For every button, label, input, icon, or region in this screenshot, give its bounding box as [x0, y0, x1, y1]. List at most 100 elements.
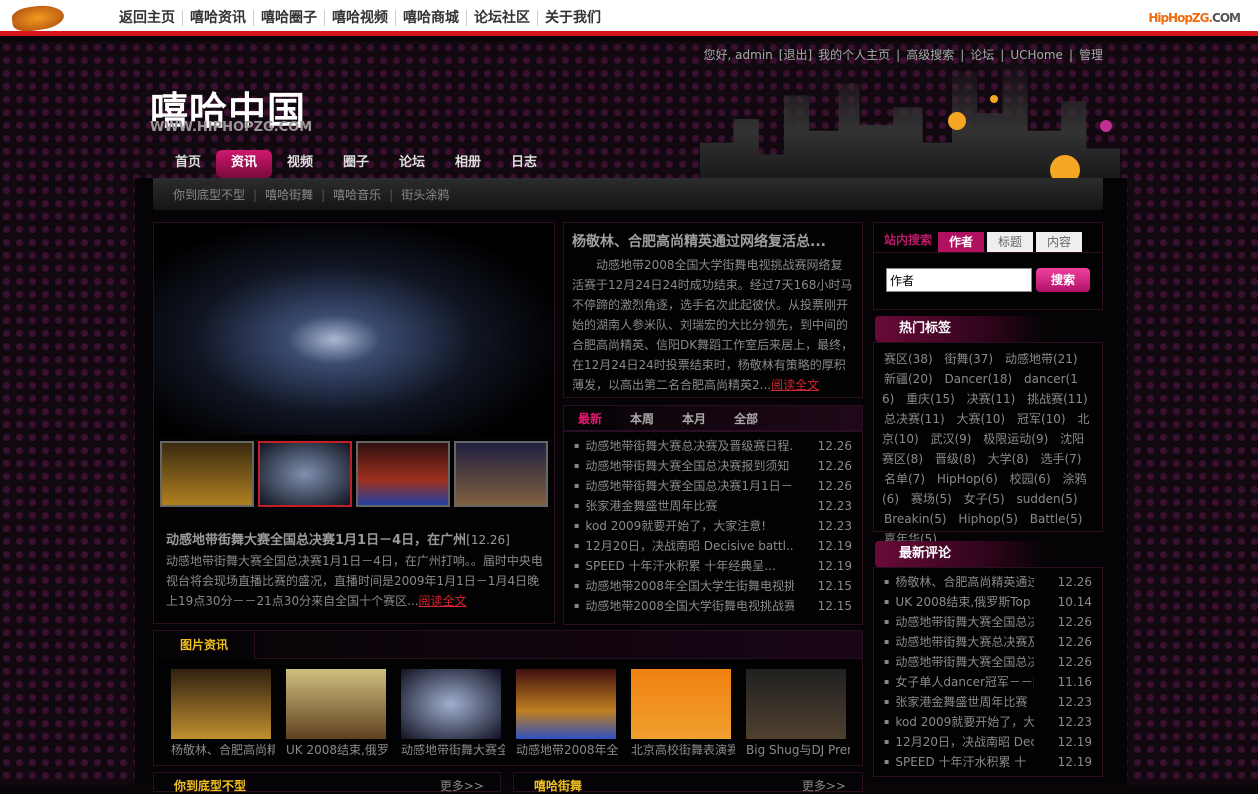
- top-nav-home[interactable]: 返回主页: [112, 10, 183, 26]
- photo-item[interactable]: 杨敬林、合肥高尚精: [171, 669, 275, 758]
- tag-link[interactable]: 极限运动(9): [983, 432, 1048, 446]
- tab-week[interactable]: 本周: [616, 406, 668, 430]
- nav-album[interactable]: 相册: [440, 150, 496, 178]
- tag-link[interactable]: 街舞(37): [944, 352, 993, 366]
- search-tab-content[interactable]: 内容: [1036, 232, 1083, 252]
- top-nav-video[interactable]: 嘻哈视频: [325, 10, 396, 26]
- forum-link[interactable]: 论坛: [970, 48, 994, 62]
- tag-link[interactable]: 武汉(9): [930, 432, 971, 446]
- tag-link[interactable]: 挑战赛(11): [1027, 392, 1088, 406]
- photo-item[interactable]: 北京高校街舞表演赛: [631, 669, 735, 758]
- tag-link[interactable]: 大赛(10): [956, 412, 1005, 426]
- hero-image[interactable]: [154, 223, 554, 435]
- item-title[interactable]: 动感地带街舞大赛全国总决赛报到须知: [574, 456, 794, 476]
- nav-blog[interactable]: 日志: [496, 150, 552, 178]
- tag-link[interactable]: 总决赛(11): [884, 412, 945, 426]
- photo-thumbnail[interactable]: [171, 669, 271, 739]
- tag-link[interactable]: Battle(5): [1030, 512, 1083, 526]
- tab-month[interactable]: 本月: [668, 406, 720, 430]
- search-tab-author[interactable]: 作者: [938, 232, 985, 252]
- photo-caption[interactable]: 杨敬林、合肥高尚精: [171, 741, 275, 758]
- tag-link[interactable]: 赛区(38): [884, 352, 933, 366]
- item-title[interactable]: 动感地带街舞大赛全国总决赛1月1日－...: [574, 476, 794, 496]
- item-title[interactable]: kod 2009就要开始了，大家: [884, 712, 1034, 732]
- tag-link[interactable]: 大学(8): [988, 452, 1029, 466]
- photo-caption[interactable]: 动感地带街舞大赛全: [401, 741, 505, 758]
- tag-link[interactable]: 校园(6): [1010, 472, 1051, 486]
- search-input[interactable]: 作者: [886, 268, 1032, 292]
- featured-title[interactable]: 杨敬林、合肥高尚精英通过网络复活总...: [572, 231, 854, 251]
- slide-thumbnail[interactable]: [454, 441, 548, 507]
- slide-thumbnail[interactable]: [258, 441, 352, 507]
- photo-thumbnail[interactable]: [746, 669, 846, 739]
- item-title[interactable]: 杨敬林、合肥高尚精英通过: [884, 572, 1034, 592]
- top-nav-news[interactable]: 嘻哈资讯: [183, 10, 254, 26]
- logout-link[interactable]: [退出]: [779, 48, 812, 62]
- item-title[interactable]: 张家港金舞盛世周年比赛: [574, 496, 794, 516]
- my-home-link[interactable]: 我的个人主页: [818, 48, 890, 62]
- top-nav-about[interactable]: 关于我们: [538, 10, 608, 26]
- subnav-item[interactable]: 嘻哈音乐: [333, 188, 381, 202]
- subnav-item[interactable]: 街头涂鸦: [401, 188, 449, 202]
- item-title[interactable]: 动感地带2008全国大学街舞电视挑战赛...: [574, 596, 794, 616]
- tag-link[interactable]: Dancer(18): [944, 372, 1012, 386]
- top-nav-forum[interactable]: 论坛社区: [467, 10, 538, 26]
- photo-thumbnail[interactable]: [516, 669, 616, 739]
- more-link[interactable]: 更多>>: [802, 777, 846, 794]
- search-button[interactable]: 搜索: [1036, 268, 1090, 292]
- read-more-link[interactable]: 阅读全文: [771, 378, 819, 392]
- search-tab-title[interactable]: 标题: [987, 232, 1034, 252]
- photo-item[interactable]: 动感地带街舞大赛全: [401, 669, 505, 758]
- tag-link[interactable]: Breakin(5): [884, 512, 947, 526]
- item-title[interactable]: 动感地带2008年全国大学生街舞电视挑...: [574, 576, 794, 596]
- tab-latest[interactable]: 最新: [564, 406, 616, 430]
- tag-link[interactable]: 冠军(10): [1017, 412, 1066, 426]
- subnav-item[interactable]: 嘻哈街舞: [265, 188, 313, 202]
- photo-thumbnail[interactable]: [286, 669, 386, 739]
- uchome-link[interactable]: UCHome: [1010, 48, 1063, 62]
- tag-link[interactable]: 动感地带(21): [1005, 352, 1078, 366]
- item-title[interactable]: 女子单人dancer冠军－－阿: [884, 672, 1034, 692]
- photo-item[interactable]: Big Shug与DJ Prem: [746, 669, 850, 758]
- tag-link[interactable]: 新疆(20): [884, 372, 933, 386]
- photo-item[interactable]: 动感地带2008年全: [516, 669, 619, 758]
- photo-caption[interactable]: 动感地带2008年全: [516, 741, 620, 758]
- item-title[interactable]: UK 2008结束,俄罗斯Top 9D: [884, 592, 1034, 612]
- nav-home[interactable]: 首页: [160, 150, 216, 178]
- item-title[interactable]: kod 2009就要开始了，大家注意!: [574, 516, 794, 536]
- item-title[interactable]: 12月20日，决战南昭 Decisi: [884, 732, 1034, 752]
- tag-link[interactable]: sudden(5): [1016, 492, 1077, 506]
- tag-link[interactable]: 选手(7): [1040, 452, 1081, 466]
- photo-caption[interactable]: Big Shug与DJ Prem: [746, 741, 850, 758]
- item-title[interactable]: 12月20日，决战南昭 Decisive battl...: [574, 536, 794, 556]
- item-title[interactable]: 动感地带街舞大赛全国总决: [884, 652, 1034, 672]
- top-nav-circle[interactable]: 嘻哈圈子: [254, 10, 325, 26]
- item-title[interactable]: 动感地带街舞大赛总决赛及晋级赛日程...: [574, 436, 794, 456]
- tag-link[interactable]: 赛场(5): [911, 492, 952, 506]
- slide-thumbnail[interactable]: [160, 441, 254, 507]
- tag-link[interactable]: Hiphop(5): [958, 512, 1018, 526]
- advanced-search-link[interactable]: 高级搜索: [906, 48, 954, 62]
- item-title[interactable]: 张家港金舞盛世周年比赛: [884, 692, 1034, 712]
- nav-forum[interactable]: 论坛: [384, 150, 440, 178]
- subnav-item[interactable]: 你到底型不型: [173, 188, 245, 202]
- hero-title-text[interactable]: 动感地带街舞大赛全国总决赛1月1日－4日，在广州: [166, 533, 466, 548]
- item-title[interactable]: SPEED 十年汗水积累 十: [884, 752, 1034, 772]
- slide-thumbnail[interactable]: [356, 441, 450, 507]
- item-title[interactable]: 动感地带街舞大赛总决赛及: [884, 632, 1034, 652]
- tag-link[interactable]: 女子(5): [964, 492, 1005, 506]
- tag-link[interactable]: HipHop(6): [937, 472, 998, 486]
- item-title[interactable]: SPEED 十年汗水积累 十年经典呈...: [574, 556, 794, 576]
- read-more-link[interactable]: 阅读全文: [419, 594, 467, 608]
- item-title[interactable]: 动感地带街舞大赛全国总决: [884, 612, 1034, 632]
- nav-news[interactable]: 资讯: [216, 150, 272, 178]
- photo-thumbnail[interactable]: [631, 669, 731, 739]
- more-link[interactable]: 更多>>: [440, 777, 484, 794]
- nav-video[interactable]: 视频: [272, 150, 328, 178]
- nav-circle[interactable]: 圈子: [328, 150, 384, 178]
- tag-link[interactable]: 重庆(15): [906, 392, 955, 406]
- photo-item[interactable]: UK 2008结束,俄罗: [286, 669, 389, 758]
- photo-thumbnail[interactable]: [401, 669, 501, 739]
- photo-caption[interactable]: UK 2008结束,俄罗: [286, 741, 390, 758]
- admin-link[interactable]: 管理: [1079, 48, 1103, 62]
